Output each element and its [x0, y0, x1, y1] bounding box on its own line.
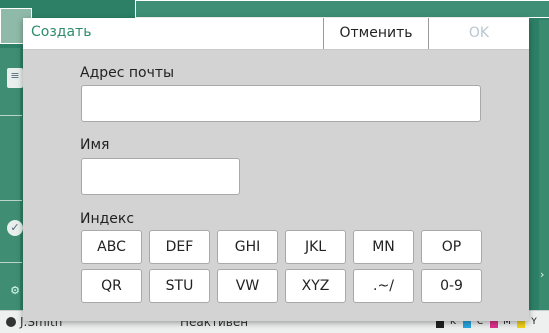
index-key-qr[interactable]: QR [81, 269, 142, 303]
index-key-op[interactable]: OP [421, 230, 482, 264]
name-label: Имя [80, 137, 110, 153]
sidebar-divider [0, 115, 22, 116]
background-right-panel [539, 20, 549, 310]
index-key-jkl[interactable]: JKL [285, 230, 346, 264]
settings-icon: ⚙ [10, 284, 20, 297]
index-keypad: ABC DEF GHI JKL MN OP QR STU VW XYZ .~/ … [81, 230, 483, 303]
index-key-ghi[interactable]: GHI [217, 230, 278, 264]
index-key-symbols[interactable]: .~/ [353, 269, 414, 303]
cancel-button[interactable]: Отменить [323, 18, 429, 49]
email-field[interactable] [81, 85, 481, 122]
sidebar-divider [0, 200, 22, 201]
background-header [135, 0, 549, 18]
name-field[interactable] [81, 158, 240, 195]
index-key-abc[interactable]: ABC [81, 230, 142, 264]
ok-button[interactable]: OK [429, 18, 529, 49]
user-icon [6, 317, 16, 327]
arrow-icon: › [540, 268, 545, 281]
index-key-digits[interactable]: 0-9 [421, 269, 482, 303]
index-key-xyz[interactable]: XYZ [285, 269, 346, 303]
check-icon: ✓ [7, 220, 23, 236]
create-dialog: Создать Отменить OK Адрес почты Имя Инде… [23, 18, 529, 321]
document-icon: ≡ [7, 68, 23, 88]
index-key-def[interactable]: DEF [149, 230, 210, 264]
index-key-vw[interactable]: VW [217, 269, 278, 303]
index-key-mn[interactable]: MN [353, 230, 414, 264]
sidebar-divider [0, 262, 22, 263]
index-label: Индекс [80, 211, 135, 227]
dialog-title: Создать [31, 24, 92, 40]
email-label: Адрес почты [80, 65, 175, 81]
index-key-stu[interactable]: STU [149, 269, 210, 303]
dialog-header: Создать Отменить OK [23, 18, 529, 50]
